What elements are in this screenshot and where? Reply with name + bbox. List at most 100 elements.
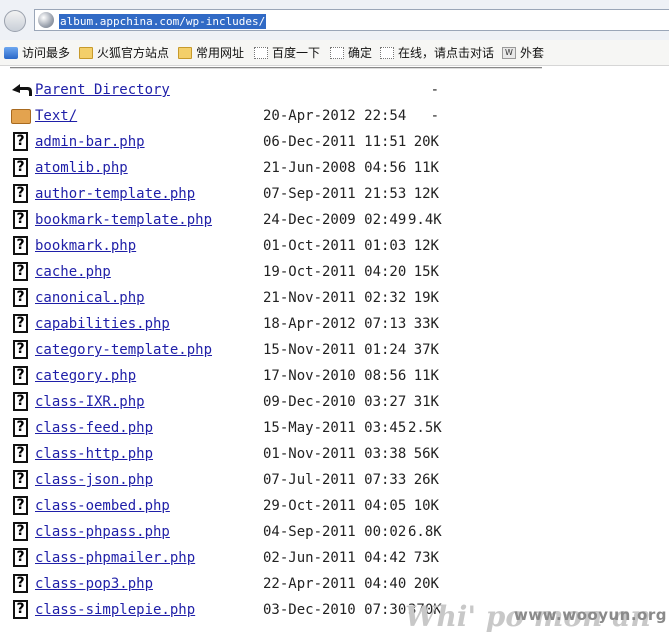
unknown-file-icon: ? (11, 548, 31, 568)
bookmark-most-visited[interactable]: 访问最多 (4, 44, 70, 61)
size-cell: 2.5K (408, 420, 442, 436)
file-link[interactable]: canonical.php (35, 290, 145, 306)
unknown-file-icon: ? (11, 444, 31, 464)
url-text[interactable]: album.appchina.com/wp-includes/ (59, 14, 267, 29)
back-arrow-icon (11, 80, 32, 100)
file-link[interactable]: class-json.php (35, 472, 153, 488)
file-link[interactable]: category-template.php (35, 342, 212, 358)
file-row: ? class-phpass.php 04-Sep-2011 00:02 6.8K (0, 522, 669, 542)
unknown-file-icon: ? (11, 470, 31, 490)
bookmark-common-sites[interactable]: 常用网址 (178, 44, 244, 61)
date-cell: 02-Jun-2011 04:42 (263, 550, 407, 566)
size-cell: - (430, 108, 439, 124)
size-cell: 20K (413, 134, 439, 150)
file-row: ? atomlib.php 21-Jun-2008 04:56 11K (0, 158, 669, 178)
bookmark-label: 百度一下 (272, 46, 321, 60)
unknown-file-icon: ? (11, 236, 31, 256)
size-cell: 12K (413, 238, 439, 254)
unknown-file-icon: ? (11, 288, 31, 308)
bookmark-online-chat[interactable]: 在线，请点击对话 (380, 44, 494, 61)
size-cell: 26K (413, 472, 439, 488)
bookmark-label: 确定 (348, 46, 373, 60)
date-cell: 15-May-2011 03:45 (263, 420, 407, 436)
file-row: ? class-oembed.php 29-Oct-2011 04:05 10K (0, 496, 669, 516)
file-row: ? category.php 17-Nov-2010 08:56 11K (0, 366, 669, 386)
bookmark-firefox-site[interactable]: 火狐官方站点 (79, 44, 169, 61)
file-link[interactable]: bookmark.php (35, 238, 136, 254)
file-link[interactable]: class-pop3.php (35, 576, 153, 592)
date-cell: 21-Nov-2011 02:32 (263, 290, 407, 306)
file-row: ? class-IXR.php 09-Dec-2010 03:27 31K (0, 392, 669, 412)
unknown-file-icon: ? (11, 314, 31, 334)
file-link[interactable]: capabilities.php (35, 316, 170, 332)
size-cell: 19K (413, 290, 439, 306)
back-icon[interactable] (4, 10, 26, 32)
file-link[interactable]: atomlib.php (35, 160, 128, 176)
file-link[interactable]: Text/ (35, 108, 77, 124)
file-link[interactable]: class-oembed.php (35, 498, 170, 514)
size-cell: 11K (413, 160, 439, 176)
size-cell: 12K (413, 186, 439, 202)
file-row: ? class-feed.php 15-May-2011 03:45 2.5K (0, 418, 669, 438)
blue-page-icon (4, 46, 18, 59)
unknown-file-icon: ? (11, 262, 31, 282)
file-link[interactable]: author-template.php (35, 186, 195, 202)
date-cell: 01-Nov-2011 03:38 (263, 446, 407, 462)
top-divider (10, 67, 542, 69)
file-link[interactable]: category.php (35, 368, 136, 384)
date-cell: 07-Jul-2011 07:33 (263, 472, 407, 488)
file-link[interactable]: class-feed.php (35, 420, 153, 436)
file-link[interactable]: class-simplepie.php (35, 602, 195, 618)
date-cell: 20-Apr-2012 22:54 (263, 108, 407, 124)
bookmark-confirm[interactable]: 确定 (330, 44, 372, 61)
date-cell: 24-Dec-2009 02:49 (263, 212, 407, 228)
file-link[interactable]: cache.php (35, 264, 111, 280)
size-cell: 56K (413, 446, 439, 462)
unknown-file-icon: ? (11, 366, 31, 386)
bookmark-label: 外套 (520, 46, 545, 60)
globe-icon (38, 12, 54, 28)
file-row: ? class-phpmailer.php 02-Jun-2011 04:42 73K (0, 548, 669, 568)
file-row: ? canonical.php 21-Nov-2011 02:32 19K (0, 288, 669, 308)
file-row: ? class-pop3.php 22-Apr-2011 04:40 20K (0, 574, 669, 594)
unknown-file-icon: ? (11, 418, 31, 438)
date-cell: 29-Oct-2011 04:05 (263, 498, 407, 514)
parent-directory-link[interactable]: Parent Directory (35, 82, 170, 98)
watermark-site: www.wooyun.org (513, 606, 667, 624)
date-cell: 07-Sep-2011 21:53 (263, 186, 407, 202)
folder-icon (11, 106, 31, 126)
size-cell: 37K (413, 342, 439, 358)
folder-row: Text/20-Apr-2012 22:54 - (0, 106, 669, 126)
unknown-file-icon: ? (11, 210, 31, 230)
bookmark-label: 在线，请点击对话 (398, 46, 495, 60)
size-cell: 9.4K (408, 212, 442, 228)
file-link[interactable]: class-phpmailer.php (35, 550, 195, 566)
bookmark-label: 常用网址 (196, 46, 245, 60)
date-cell: 03-Dec-2010 07:30 (263, 602, 407, 618)
size-cell: 10K (413, 498, 439, 514)
unknown-file-icon: ? (11, 496, 31, 516)
bookmark-label: 访问最多 (22, 46, 71, 60)
date-cell: 18-Apr-2012 07:13 (263, 316, 407, 332)
date-cell: 01-Oct-2011 01:03 (263, 238, 407, 254)
unknown-file-icon: ? (11, 184, 31, 204)
blank-page-icon (380, 46, 394, 59)
file-row: ? class-json.php 07-Jul-2011 07:33 26K (0, 470, 669, 490)
file-link[interactable]: class-phpass.php (35, 524, 170, 540)
size-cell: - (430, 82, 439, 98)
bookmark-baidu[interactable]: 百度一下 (254, 44, 320, 61)
file-row: ? category-template.php 15-Nov-2011 01:24 3… (0, 340, 669, 360)
file-link[interactable]: admin-bar.php (35, 134, 145, 150)
bookmark-coat[interactable]: W 外套 (502, 44, 544, 61)
size-cell: 31K (413, 394, 439, 410)
unknown-file-icon: ? (11, 158, 31, 178)
file-link[interactable]: class-IXR.php (35, 394, 145, 410)
size-cell: 15K (413, 264, 439, 280)
unknown-file-icon: ? (11, 340, 31, 360)
file-link[interactable]: bookmark-template.php (35, 212, 212, 228)
folder-icon (79, 46, 93, 59)
file-link[interactable]: class-http.php (35, 446, 153, 462)
file-row: ? bookmark.php 01-Oct-2011 01:03 12K (0, 236, 669, 256)
date-cell: 04-Sep-2011 00:02 (263, 524, 407, 540)
unknown-file-icon: ? (11, 132, 31, 152)
